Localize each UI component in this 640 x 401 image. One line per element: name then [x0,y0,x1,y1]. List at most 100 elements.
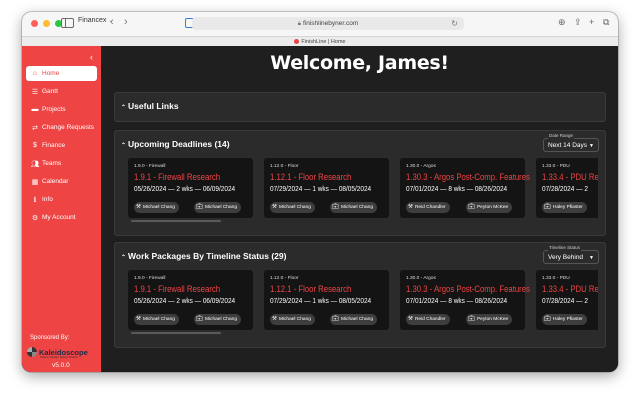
hammer-icon: ⚒ [408,204,413,210]
briefcase-icon: 💼︎ [196,316,203,322]
manager-name: Peyton McKee [476,317,509,322]
work-package-card[interactable]: 1.12.0 - Floor 1.12.1 - Floor Research 0… [264,158,389,218]
lead-chip[interactable]: ⚒ Michael Chang [270,202,315,213]
horizontal-scrollbar[interactable] [131,332,221,334]
sidebar-item-label: Calendar [42,178,69,185]
manager-name: Michael Chang [204,317,237,322]
sponsored-by-label: Sponsored By: [30,335,70,341]
work-package-card[interactable]: 1.9.0 - Firewall 1.9.1 - Firewall Resear… [128,158,253,218]
folder-icon: ▬ [31,106,39,113]
sidebar-item-label: Gantt [42,88,58,95]
manager-chip[interactable]: 💼︎ Michael Chang [194,202,241,213]
sidebar-toggle-icon[interactable] [61,18,74,28]
sidebar-item-label: Info [42,196,53,203]
manager-name: Haley Pfiaster [552,317,583,322]
work-package-name[interactable]: 1.30.3 - Argos Post-Comp. Features [406,172,530,182]
sidebar-item-finance[interactable]: $ Finance [26,138,97,153]
manager-chip[interactable]: 💼︎ Haley Pfiaster [542,314,587,325]
download-icon[interactable]: ⊕ [558,17,566,28]
manager-chip[interactable]: 💼︎ Michael Chang [330,202,377,213]
new-tab-icon[interactable]: + [589,17,594,27]
work-package-card[interactable]: 1.30.0 - Argos 1.30.3 - Argos Post-Comp.… [400,158,530,218]
work-package-name[interactable]: 1.12.1 - Floor Research [270,172,351,182]
work-package-dates: 05/26/2024 — 2 wks — 06/09/2024 [134,296,236,305]
sidebar-item-label: My Account [42,214,76,221]
timeline-status-value: Very Behind [548,254,584,261]
sidebar-item-calendar[interactable]: ▦ Calendar [26,174,97,189]
lead-name: Michael Chang [278,205,311,210]
briefcase-icon: 💼︎ [332,316,339,322]
briefcase-icon: 💼︎ [544,316,551,322]
sidebar-item-my-account[interactable]: ⚙ My Account [26,210,97,225]
lead-chip[interactable]: ⚒ Michael Chang [134,314,179,325]
lead-name: Reid Chandler [414,317,446,322]
work-package-name[interactable]: 1.9.1 - Firewall Research [134,284,220,294]
project-label: 1.9.0 - Firewall [134,164,166,169]
chevron-up-icon: ⌃ [121,143,127,149]
date-range-select[interactable]: Date Range Next 14 Days ▼ [543,133,599,152]
tab-overview-icon[interactable]: ⧉ [603,17,609,28]
hammer-icon: ⚒ [136,204,141,210]
lead-chip[interactable]: ⚒ Reid Chandler [406,202,450,213]
sidebar-item-label: Home [42,70,60,77]
dropdown-arrow-icon: ▼ [589,255,594,261]
sidebar-item-label: Teams [42,160,62,167]
browser-window: Financex ⌄ ‹ › 🔒︎ finishlinebyner.com ↻ ⊕… [22,12,618,372]
work-package-name[interactable]: 1.33.4 - PDU Re [542,172,598,182]
upcoming-deadlines-header[interactable]: ⌃ Upcoming Deadlines (14) [121,139,230,149]
sponsor-tagline: Where Design Meets Reality [40,355,79,359]
manager-chip[interactable]: 💼︎ Peyton McKee [466,202,513,213]
page-title: Welcome, James! [270,52,449,74]
work-package-name[interactable]: 1.33.4 - PDU Re [542,284,598,294]
manager-chip[interactable]: 💼︎ Michael Chang [330,314,377,325]
useful-links-panel[interactable]: ⌃ Useful Links [114,92,606,122]
collapse-sidebar-icon[interactable]: ‹ [90,52,93,62]
work-package-name[interactable]: 1.9.1 - Firewall Research [134,172,220,182]
sponsor-logo[interactable]: Kaleidoscope Where Design Meets Reality [27,346,97,359]
project-label: 1.33.0 - PDU [542,164,570,169]
work-package-card[interactable]: 1.30.0 - Argos 1.30.3 - Argos Post-Comp.… [400,270,530,330]
back-arrow-icon[interactable]: ‹ [110,16,114,28]
sidebar-item-home[interactable]: ⌂ Home [26,66,97,81]
browser-toolbar: Financex ⌄ ‹ › 🔒︎ finishlinebyner.com ↻ ⊕… [22,12,618,36]
lead-chip[interactable]: ⚒ Michael Chang [134,202,179,213]
sidebar-item-teams[interactable]: 👥︎ Teams [26,156,97,171]
timeline-status-panel: ⌃ Work Packages By Timeline Status (29) T… [114,242,606,348]
briefcase-icon: 💼︎ [332,204,339,210]
sidebar-item-info[interactable]: ℹ Info [26,192,97,207]
sidebar-item-projects[interactable]: ▬ Projects [26,102,97,117]
app-sidebar: ‹ ⌂ Home ☰ Gantt ▬ Projects ⇄ Change Req… [22,46,101,372]
manager-chip[interactable]: 💼︎ Peyton McKee [466,314,513,325]
share-icon[interactable]: ⇪ [574,17,582,28]
briefcase-icon: 💼︎ [468,204,475,210]
gear-icon: ⚙ [31,214,39,222]
horizontal-scrollbar[interactable] [131,220,221,222]
minimize-window-button[interactable] [43,20,50,27]
hammer-icon: ⚒ [272,204,277,210]
hammer-icon: ⚒ [272,316,277,322]
lead-chip[interactable]: ⚒ Michael Chang [270,314,315,325]
sidebar-item-gantt[interactable]: ☰ Gantt [26,84,97,99]
work-package-card[interactable]: 1.33.0 - PDU 1.33.4 - PDU Re 07/28/2024 … [536,158,598,218]
close-window-button[interactable] [31,20,38,27]
timeline-status-header[interactable]: ⌃ Work Packages By Timeline Status (29) [121,251,286,261]
sidebar-item-change-requests[interactable]: ⇄ Change Requests [26,120,97,135]
work-package-card[interactable]: 1.33.0 - PDU 1.33.4 - PDU Re 07/28/2024 … [536,270,598,330]
manager-chip[interactable]: 💼︎ Haley Pfiaster [542,202,587,213]
timeline-status-select[interactable]: Timeline Status Very Behind ▼ [543,245,599,264]
manager-name: Michael Chang [204,205,237,210]
tab-group-selector[interactable]: Financex ⌄ [78,17,113,24]
lock-icon: 🔒︎ [297,21,301,27]
work-package-name[interactable]: 1.12.1 - Floor Research [270,284,351,294]
address-bar[interactable]: 🔒︎ finishlinebyner.com ↻ [192,17,464,30]
forward-arrow-icon[interactable]: › [124,16,128,28]
kaleidoscope-logo-icon [27,347,37,357]
work-package-name[interactable]: 1.30.3 - Argos Post-Comp. Features [406,284,530,294]
work-package-card[interactable]: 1.12.0 - Floor 1.12.1 - Floor Research 0… [264,270,389,330]
work-package-card[interactable]: 1.9.0 - Firewall 1.9.1 - Firewall Resear… [128,270,253,330]
manager-chip[interactable]: 💼︎ Michael Chang [194,314,241,325]
useful-links-header[interactable]: ⌃ Useful Links [121,101,179,111]
sidebar-item-label: Projects [42,106,66,113]
reload-icon[interactable]: ↻ [451,17,458,30]
lead-chip[interactable]: ⚒ Reid Chandler [406,314,450,325]
